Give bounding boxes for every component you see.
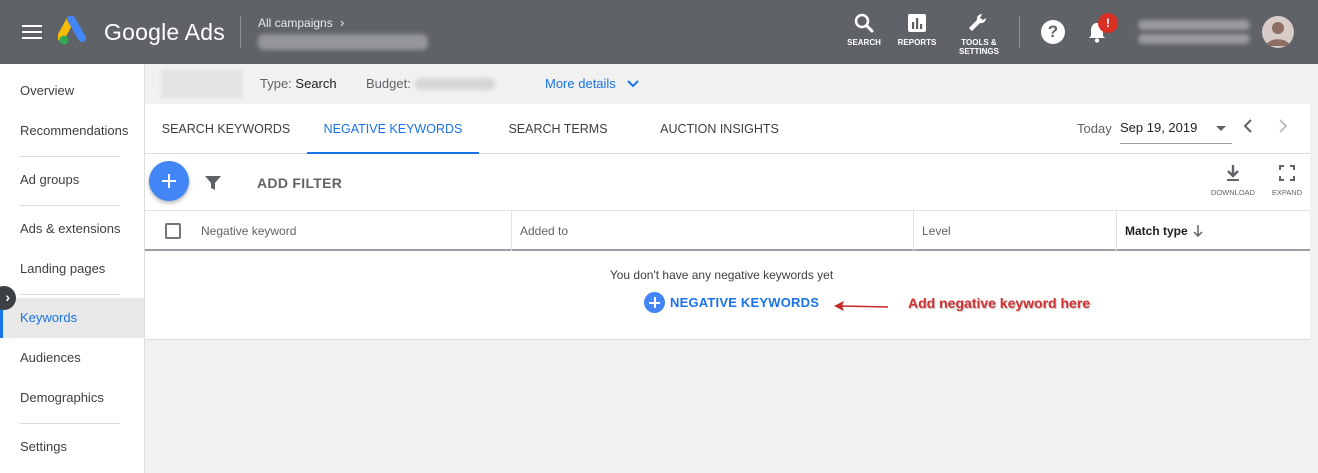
budget-value-blurred [415,78,495,90]
sidebar-item-audiences[interactable]: Audiences [0,338,144,378]
search-tool-button[interactable]: SEARCH [846,12,882,47]
expand-button[interactable]: EXPAND [1267,164,1307,197]
more-details-link[interactable]: More details [545,76,616,91]
account-email-blurred [1138,34,1250,44]
sidebar-item-demographics[interactable]: Demographics [0,378,144,418]
empty-state-message: You don't have any negative keywords yet [609,268,834,282]
sidebar-item-overview[interactable]: Overview [0,71,144,111]
sidebar-divider [20,156,120,157]
add-button[interactable] [149,161,189,201]
tools-settings-label: TOOLS & SETTINGS [958,38,999,56]
sidebar-item-recommendations[interactable]: Recommendations [0,111,144,151]
wrench-icon [969,13,987,31]
sidebar-divider [20,423,120,424]
sidebar-item-ad-groups[interactable]: Ad groups [0,160,144,200]
reports-tool-button[interactable]: REPORTS [897,12,937,47]
sidebar-item-keywords[interactable]: Keywords [0,298,144,338]
annotation-text: Add negative keyword here [908,295,1091,311]
divider [240,16,241,48]
add-negative-keywords-label: NEGATIVE KEYWORDS [670,295,820,310]
campaign-info-bar: Type: Search Budget: More details [145,64,1318,104]
type-label: Type: [260,76,292,91]
chevron-down-icon[interactable] [626,78,640,90]
avatar[interactable] [1262,16,1294,48]
campaign-name-blurred[interactable] [258,34,428,50]
sidebar-divider [20,205,120,206]
chevron-right-icon[interactable] [1276,118,1290,134]
chevron-right-icon: › [340,15,345,30]
expand-label: EXPAND [1271,188,1303,197]
sidebar-nav: Overview Recommendations Ad groups Ads &… [0,64,145,473]
column-header-negative-keyword[interactable]: Negative keyword [193,211,512,251]
date-range-select[interactable]: Sep 19, 2019 [1120,114,1232,144]
sidebar-item-landing-pages[interactable]: Landing pages [0,249,144,289]
add-filter-button[interactable]: ADD FILTER [257,175,342,191]
divider [1019,16,1020,48]
hamburger-menu-icon[interactable] [22,25,42,39]
tab-auction-insights[interactable]: AUCTION INSIGHTS [647,104,792,154]
account-name-blurred[interactable] [1138,20,1250,30]
download-icon [1227,165,1239,181]
tools-settings-button[interactable]: TOOLS & SETTINGS [955,12,1003,56]
campaign-type: Type: Search [260,76,337,91]
reports-tool-label: REPORTS [897,38,937,47]
search-icon [854,13,874,33]
download-label: DOWNLOAD [1210,188,1256,197]
user-avatar-icon [1266,22,1290,46]
campaign-status-blurred [161,70,243,98]
tab-bar: SEARCH KEYWORDS NEGATIVE KEYWORDS SEARCH… [145,104,1310,154]
sidebar-divider [20,294,120,295]
dropdown-arrow-icon [1216,126,1226,131]
top-app-bar: Google Ads All campaigns › SEARCH REPORT… [0,0,1318,64]
breadcrumb-all-campaigns[interactable]: All campaigns [258,16,333,30]
annotation-arrow-icon [834,301,889,311]
select-all-checkbox[interactable] [165,223,181,239]
search-tool-label: SEARCH [847,38,881,47]
date-range-value: Sep 19, 2019 [1120,120,1198,135]
sort-arrow-down-icon[interactable] [1192,224,1204,238]
column-header-level[interactable]: Level [914,211,1117,251]
app-title: Google Ads [104,19,225,45]
table-toolbar: ADD FILTER DOWNLOAD EXPAND [145,154,1310,211]
notification-badge: ! [1098,13,1118,33]
column-header-match-type[interactable]: Match type [1117,211,1310,251]
download-button[interactable]: DOWNLOAD [1207,164,1259,197]
date-range-label: Today [1077,121,1112,136]
bar-chart-icon [908,14,926,32]
table-header: Negative keyword Added to Level Match ty… [145,211,1310,251]
tab-search-terms[interactable]: SEARCH TERMS [499,104,617,154]
sidebar-item-settings[interactable]: Settings [0,427,144,467]
column-header-added-to[interactable]: Added to [512,211,914,251]
keywords-card: SEARCH KEYWORDS NEGATIVE KEYWORDS SEARCH… [145,104,1310,340]
google-ads-logo-icon [58,16,86,45]
tab-negative-keywords[interactable]: NEGATIVE KEYWORDS [307,104,479,154]
type-value: Search [295,76,337,91]
funnel-icon[interactable] [204,174,222,192]
help-icon[interactable]: ? [1041,20,1065,44]
budget-label: Budget: [366,76,411,91]
tab-search-keywords[interactable]: SEARCH KEYWORDS [153,104,299,154]
expand-icon [1279,165,1295,181]
add-circle-icon [644,292,665,313]
chevron-left-icon[interactable] [1241,118,1255,134]
sidebar-item-ads-extensions[interactable]: Ads & extensions [0,209,144,249]
